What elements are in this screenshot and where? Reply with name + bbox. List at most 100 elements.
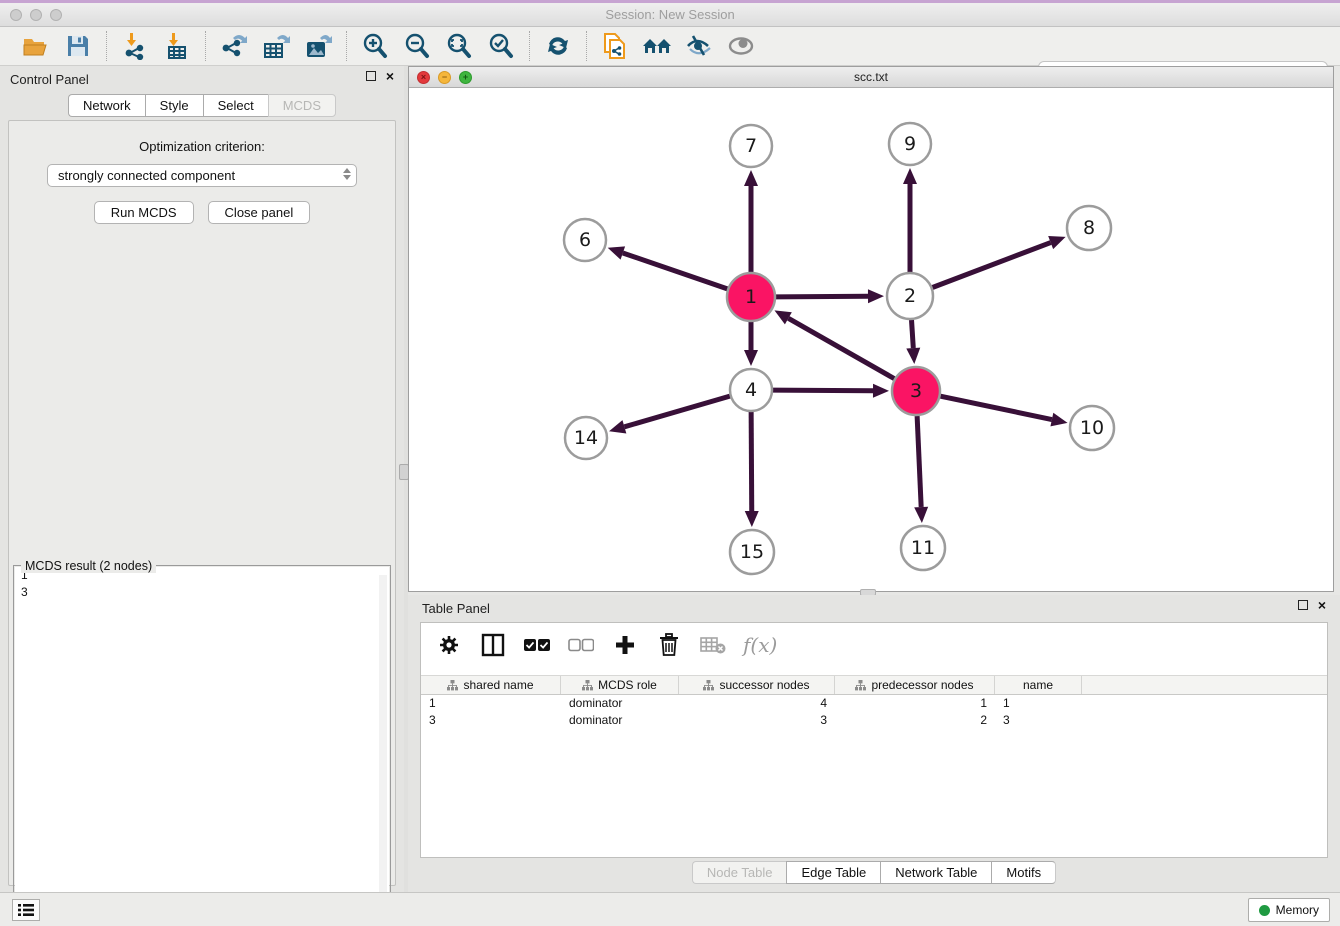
cell-successor-nodes[interactable]: 4	[679, 695, 835, 712]
close-panel-icon[interactable]: ×	[386, 71, 394, 81]
table-row[interactable]: 1 dominator 4 1 1	[421, 695, 1327, 712]
cell-shared-name[interactable]: 1	[421, 695, 561, 712]
export-table-icon[interactable]	[260, 31, 292, 61]
select-all-icon[interactable]	[523, 631, 551, 659]
control-panel-tabs: Network Style Select MCDS	[0, 94, 404, 117]
memory-button[interactable]: Memory	[1248, 898, 1330, 922]
optimization-criterion-label: Optimization criterion:	[9, 139, 395, 154]
column-header-shared-name[interactable]: shared name	[421, 676, 561, 694]
task-history-button[interactable]	[12, 899, 40, 921]
import-network-icon[interactable]	[119, 31, 151, 61]
function-icon[interactable]: f(x)	[743, 631, 777, 659]
tab-network[interactable]: Network	[68, 94, 145, 117]
result-scrollbar[interactable]	[379, 575, 387, 926]
cell-mcds-role[interactable]: dominator	[561, 712, 679, 729]
zoom-fit-icon[interactable]	[443, 31, 475, 61]
status-bar: Memory	[0, 892, 1340, 926]
graph-edge-3-11[interactable]	[917, 416, 921, 507]
network-window-titlebar[interactable]: × − + scc.txt	[409, 67, 1333, 88]
table-row[interactable]: 3 dominator 3 2 3	[421, 712, 1327, 729]
node-table-container: f(x) shared name MCDS role successor	[420, 622, 1328, 858]
add-icon[interactable]	[611, 631, 639, 659]
open-file-icon[interactable]	[20, 31, 52, 61]
table-panel-tabs: Node Table Edge Table Network Table Moti…	[408, 861, 1340, 884]
duplicate-network-icon[interactable]	[599, 31, 631, 61]
cell-shared-name[interactable]: 3	[421, 712, 561, 729]
zoom-out-icon[interactable]	[401, 31, 433, 61]
export-image-icon[interactable]	[302, 31, 334, 61]
window-title: Session: New Session	[0, 7, 1340, 22]
float-table-panel-icon[interactable]	[1298, 600, 1308, 610]
control-panel-title: Control Panel	[10, 72, 89, 87]
graph-edge-3-1[interactable]	[788, 318, 894, 378]
delete-table-icon[interactable]	[699, 631, 727, 659]
zoom-selected-icon[interactable]	[485, 31, 517, 61]
unselect-all-icon[interactable]	[567, 631, 595, 659]
eye-icon[interactable]	[725, 31, 757, 61]
cell-predecessor-nodes[interactable]: 2	[835, 712, 995, 729]
close-table-panel-icon[interactable]: ×	[1318, 600, 1326, 610]
network-window: × − + scc.txt 7968124314101511	[408, 66, 1334, 592]
graph-arrowhead-1-6	[608, 246, 625, 259]
result-item[interactable]: 3	[15, 584, 389, 601]
toggle-style-icon[interactable]	[683, 31, 715, 61]
network-canvas[interactable]: 7968124314101511	[409, 88, 1333, 591]
graph-node-label-3: 3	[910, 380, 922, 402]
column-header-predecessor-nodes[interactable]: predecessor nodes	[835, 676, 995, 694]
column-header-mcds-role[interactable]: MCDS role	[561, 676, 679, 694]
graph-edge-2-3[interactable]	[912, 320, 914, 348]
tab-mcds[interactable]: MCDS	[268, 94, 336, 117]
import-table-icon[interactable]	[161, 31, 193, 61]
select-stepper-icon	[343, 168, 351, 180]
hierarchy-icon	[855, 680, 866, 691]
cell-mcds-role[interactable]: dominator	[561, 695, 679, 712]
tab-style[interactable]: Style	[145, 94, 203, 117]
graph-arrowhead-3-10	[1050, 413, 1067, 427]
export-network-icon[interactable]	[218, 31, 250, 61]
close-panel-button[interactable]: Close panel	[208, 201, 311, 224]
columns-icon[interactable]	[479, 631, 507, 659]
graph-edge-4-15[interactable]	[751, 412, 752, 511]
graph-edge-1-2[interactable]	[776, 296, 868, 297]
column-header-name[interactable]: name	[995, 676, 1082, 694]
home-icon[interactable]	[641, 31, 673, 61]
column-header-successor-nodes[interactable]: successor nodes	[679, 676, 835, 694]
graph-edge-1-6[interactable]	[623, 253, 728, 289]
run-mcds-button[interactable]: Run MCDS	[94, 201, 194, 224]
graph-node-label-14: 14	[574, 427, 598, 449]
graph-arrowhead-1-4	[744, 350, 758, 366]
tab-network-table[interactable]: Network Table	[880, 861, 991, 884]
cell-name[interactable]: 1	[995, 695, 1082, 712]
cell-successor-nodes[interactable]: 3	[679, 712, 835, 729]
criterion-select[interactable]: strongly connected component	[47, 164, 357, 187]
mcds-result-list[interactable]: 1 3	[15, 567, 389, 926]
graph-edge-2-8[interactable]	[932, 243, 1050, 288]
graph-arrowhead-4-15	[745, 511, 759, 527]
mcds-panel: Optimization criterion: strongly connect…	[8, 120, 396, 886]
tab-node-table[interactable]: Node Table	[692, 861, 787, 884]
float-panel-icon[interactable]	[366, 71, 376, 81]
tab-edge-table[interactable]: Edge Table	[786, 861, 880, 884]
save-session-icon[interactable]	[62, 31, 94, 61]
zoom-in-icon[interactable]	[359, 31, 391, 61]
mcds-result-group: MCDS result (2 nodes) 1 3	[13, 559, 391, 926]
graph-arrowhead-2-8	[1048, 236, 1065, 249]
tab-motifs[interactable]: Motifs	[991, 861, 1056, 884]
graph-edge-4-3[interactable]	[773, 390, 873, 391]
graph-arrowhead-3-11	[914, 507, 928, 523]
trash-icon[interactable]	[655, 631, 683, 659]
apply-layout-icon[interactable]	[542, 31, 574, 61]
gear-icon[interactable]	[435, 631, 463, 659]
graph-edge-4-14[interactable]	[624, 396, 729, 427]
graph-node-label-4: 4	[745, 379, 757, 401]
table-header-row: shared name MCDS role successor nodes pr…	[421, 675, 1327, 695]
memory-label: Memory	[1276, 903, 1319, 917]
cell-name[interactable]: 3	[995, 712, 1082, 729]
mcds-result-title: MCDS result (2 nodes)	[21, 559, 156, 573]
graph-edge-3-10[interactable]	[940, 396, 1051, 419]
graph-arrowhead-2-3	[906, 348, 920, 364]
application-window: Session: New Session	[0, 0, 1340, 926]
tab-select[interactable]: Select	[203, 94, 268, 117]
cell-predecessor-nodes[interactable]: 1	[835, 695, 995, 712]
hierarchy-icon	[447, 680, 458, 691]
